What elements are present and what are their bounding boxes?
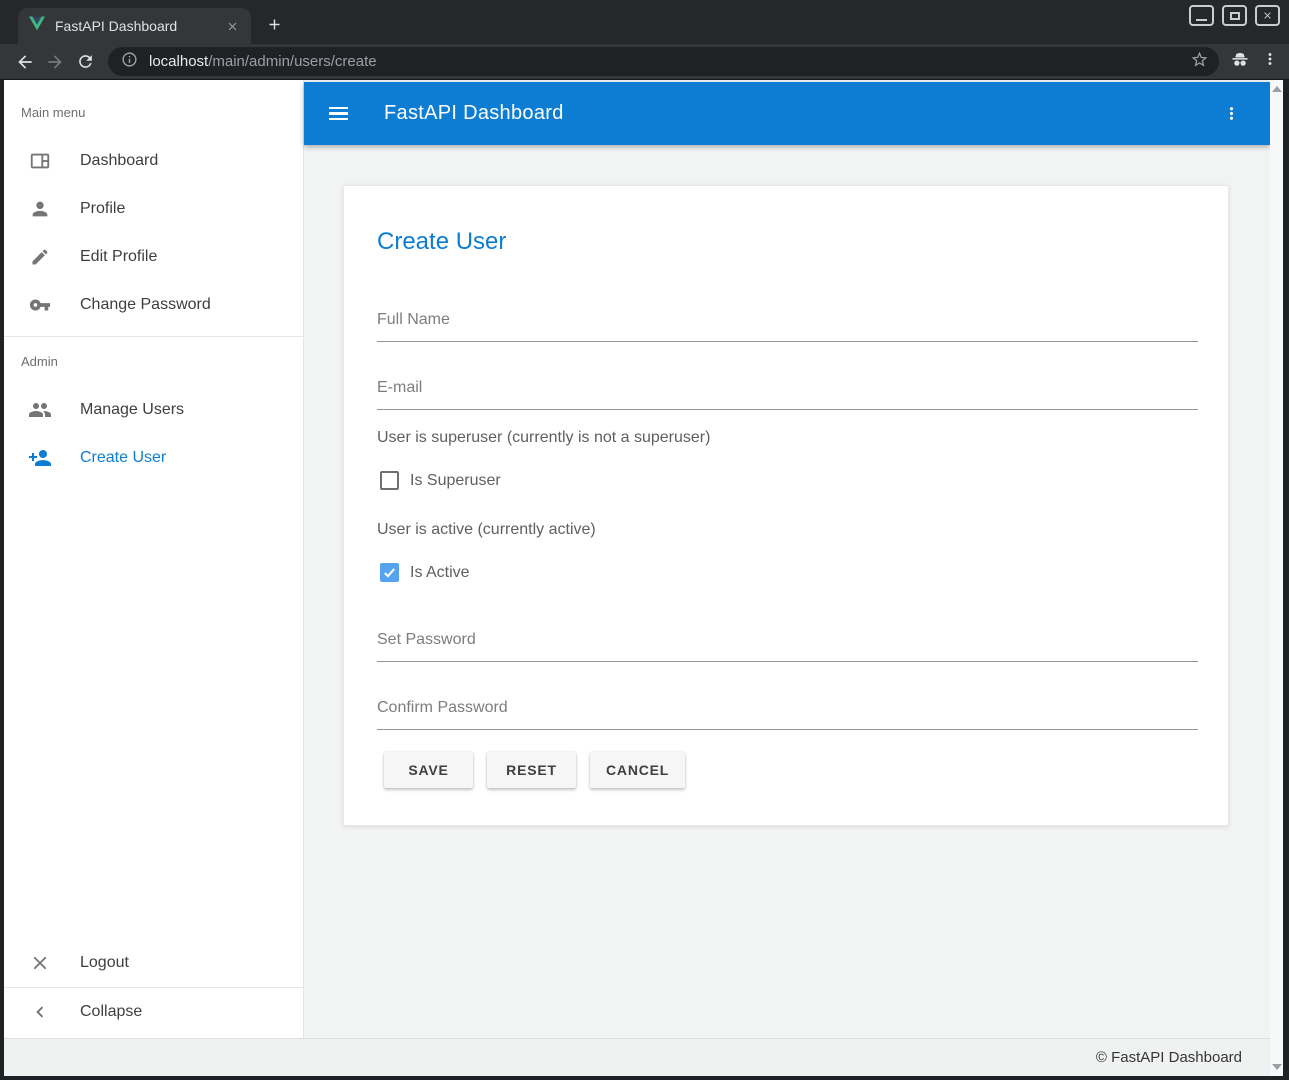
vue-logo-icon (29, 16, 45, 36)
confirm-password-input[interactable]: Confirm Password (377, 696, 1198, 730)
sidebar-item-logout[interactable]: Logout (4, 939, 303, 987)
input-underline (377, 729, 1198, 730)
email-input[interactable]: E-mail (377, 376, 1198, 410)
tab-strip: FastAPI Dashboard (0, 0, 1289, 44)
sidebar-item-change-password[interactable]: Change Password (4, 281, 303, 329)
new-tab-button[interactable] (260, 12, 288, 36)
sidebar-divider (4, 336, 303, 337)
save-button[interactable]: SAVE (384, 752, 473, 788)
person-icon (28, 197, 52, 221)
close-icon (28, 951, 52, 975)
sidebar-item-create-user[interactable]: Create User (4, 434, 303, 482)
dashboard-icon (28, 149, 52, 173)
browser-window: FastAPI Dashboard (0, 0, 1289, 1080)
back-button[interactable] (10, 47, 40, 77)
menu-icon[interactable] (327, 102, 351, 126)
appbar-kebab-icon[interactable] (1217, 100, 1245, 128)
scrollbar-down-icon[interactable] (1272, 1064, 1282, 1070)
tab-title: FastAPI Dashboard (55, 18, 223, 34)
bookmark-star-icon[interactable] (1190, 50, 1209, 74)
checkbox-icon[interactable] (380, 563, 399, 582)
set-password-input[interactable]: Set Password (377, 628, 1198, 662)
input-underline (377, 661, 1198, 662)
pencil-icon (28, 245, 52, 269)
input-underline (377, 409, 1198, 410)
forward-button[interactable] (40, 47, 70, 77)
sidebar-item-edit-profile[interactable]: Edit Profile (4, 233, 303, 281)
window-controls (1189, 5, 1280, 26)
reset-button[interactable]: RESET (487, 752, 576, 788)
chevron-left-icon (28, 1000, 52, 1024)
footer-text: © FastAPI Dashboard (1096, 1049, 1242, 1066)
toolbar-right (1229, 48, 1279, 75)
full-name-input[interactable]: Full Name (377, 308, 1198, 342)
person-add-icon (28, 446, 52, 470)
appbar-title: FastAPI Dashboard (384, 102, 564, 125)
sidebar-item-dashboard[interactable]: Dashboard (4, 137, 303, 185)
browser-toolbar: localhost/main/admin/users/create (0, 44, 1289, 80)
browser-tab[interactable]: FastAPI Dashboard (18, 8, 251, 44)
cancel-button[interactable]: CANCEL (590, 752, 685, 788)
app-bar: FastAPI Dashboard (304, 82, 1270, 145)
maximize-button[interactable] (1222, 5, 1247, 26)
close-window-button[interactable] (1255, 5, 1280, 26)
url-text: localhost/main/admin/users/create (149, 53, 1190, 70)
sidebar-header-main-menu: Main menu (21, 105, 85, 120)
page-scrollbar[interactable] (1270, 80, 1283, 1076)
main-content: FastAPI Dashboard Create User Full Name … (304, 80, 1270, 1038)
browser-menu-icon[interactable] (1261, 50, 1279, 73)
sidebar: Main menu Dashboard Profile Edit Profile (4, 80, 304, 1038)
sidebar-item-collapse[interactable]: Collapse (4, 988, 303, 1036)
checkbox-icon[interactable] (380, 471, 399, 490)
people-icon (28, 398, 52, 422)
form-buttons: SAVE RESET CANCEL (384, 752, 685, 788)
page-title: Create User (377, 228, 506, 256)
reload-button[interactable] (70, 47, 100, 77)
key-icon (28, 293, 52, 317)
is-superuser-checkbox[interactable]: Is Superuser (380, 471, 501, 490)
page-viewport: Main menu Dashboard Profile Edit Profile (4, 80, 1270, 1076)
address-bar[interactable]: localhost/main/admin/users/create (108, 47, 1219, 76)
minimize-button[interactable] (1189, 5, 1214, 26)
superuser-hint: User is superuser (currently is not a su… (377, 429, 710, 447)
scrollbar-up-icon[interactable] (1272, 86, 1282, 92)
tab-close-icon[interactable] (223, 17, 241, 35)
sidebar-item-manage-users[interactable]: Manage Users (4, 386, 303, 434)
create-user-card: Create User Full Name E-mail User is sup… (343, 185, 1229, 826)
page-footer: © FastAPI Dashboard (4, 1038, 1270, 1076)
is-active-checkbox[interactable]: Is Active (380, 563, 470, 582)
sidebar-item-profile[interactable]: Profile (4, 185, 303, 233)
active-hint: User is active (currently active) (377, 521, 596, 539)
sidebar-header-admin: Admin (21, 354, 58, 369)
input-underline (377, 341, 1198, 342)
incognito-icon (1229, 48, 1251, 75)
info-icon[interactable] (121, 51, 138, 73)
